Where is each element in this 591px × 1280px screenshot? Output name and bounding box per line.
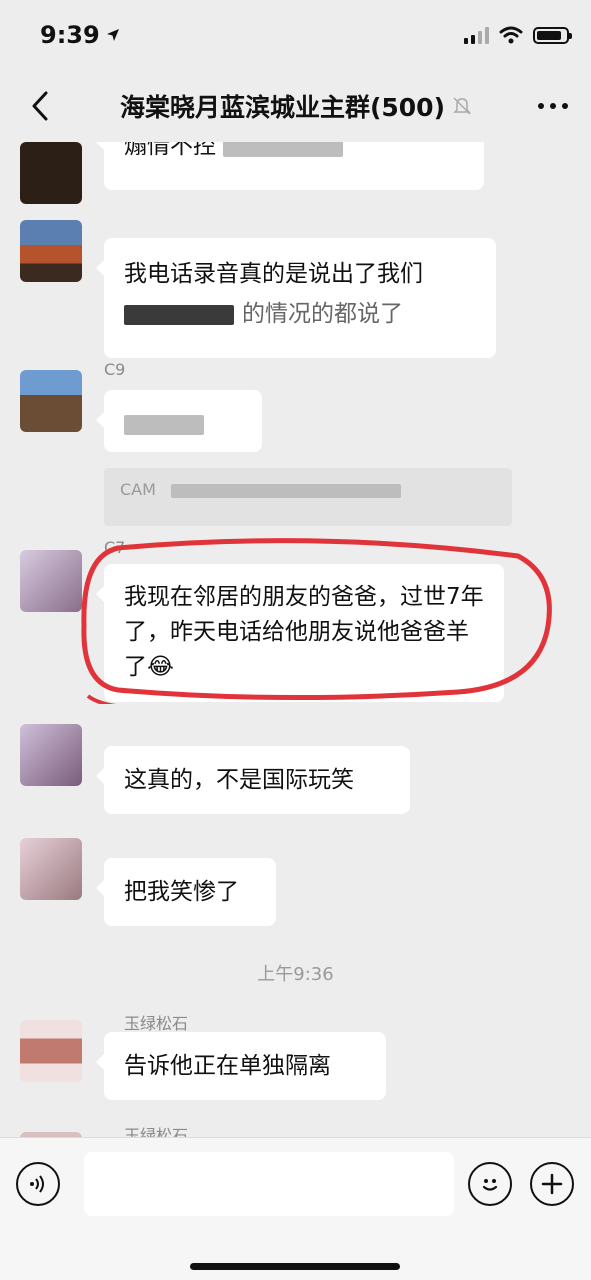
- status-time: 9:39: [40, 21, 120, 49]
- quoted-message[interactable]: CAM: [104, 468, 512, 526]
- more-dot: [562, 103, 568, 109]
- more-dot: [538, 103, 544, 109]
- message-text: 把我笑惨了: [124, 879, 239, 905]
- message-bubble[interactable]: 这真的，不是国际玩笑: [96, 746, 410, 814]
- message-text-input[interactable]: [84, 1152, 454, 1216]
- voice-icon: [30, 1175, 44, 1193]
- more-options-button[interactable]: [533, 86, 573, 126]
- message-bubble[interactable]: 我现在邻居的朋友的爸爸，过世7年了，昨天电话给他朋友说他爸爸羊了😂: [96, 564, 504, 702]
- avatar[interactable]: [20, 370, 82, 432]
- wifi-icon: [499, 26, 523, 44]
- message-bubble[interactable]: 把我笑惨了: [96, 858, 276, 926]
- battery-icon: [533, 26, 572, 44]
- message-text: 这真的，不是国际玩笑: [124, 767, 354, 793]
- message-input-bar: [0, 1137, 591, 1280]
- chat-title-wrap: 海棠晓月蓝滨城业主群(500): [60, 88, 533, 124]
- more-dot: [550, 103, 556, 109]
- quoted-text: CAM: [120, 480, 156, 499]
- message-bubble[interactable]: 我电话录音真的是说出了我们 的情况的都说了: [96, 238, 496, 358]
- message-text: 我电话录音真的是说出了我们: [124, 261, 423, 287]
- emoji-laugh-cry: 😂: [147, 654, 174, 680]
- avatar[interactable]: [20, 838, 82, 900]
- more-actions-button[interactable]: [530, 1162, 574, 1206]
- avatar[interactable]: [20, 550, 82, 612]
- message-bubble[interactable]: 告诉他正在单独隔离: [96, 1032, 386, 1100]
- message-text: 告诉他正在单独隔离: [124, 1053, 331, 1079]
- chat-message-list[interactable]: 煽情不控 我电话录音真的是说出了我们 的情况的都说了 C9 CAM C7 我现在…: [0, 142, 591, 1137]
- chat-title: 海棠晓月蓝滨城业主群(500): [119, 93, 446, 122]
- pixelated-text: [124, 304, 234, 325]
- avatar[interactable]: [20, 142, 82, 204]
- clock-text: 9:39: [40, 21, 100, 49]
- back-button[interactable]: [20, 86, 60, 126]
- message-bubble[interactable]: 煽情不控: [96, 142, 484, 190]
- avatar[interactable]: [20, 724, 82, 786]
- message-text: 煽情不控: [124, 142, 216, 159]
- sender-name: C9: [104, 360, 126, 379]
- location-arrow-icon: [106, 29, 119, 41]
- status-bar: 9:39: [0, 0, 591, 70]
- smiley-icon: [482, 1179, 498, 1191]
- chat-header: 海棠晓月蓝滨城业主群(500): [0, 70, 591, 142]
- home-indicator[interactable]: [190, 1263, 400, 1270]
- sender-name: 玉绿松石: [124, 1126, 189, 1137]
- sender-name: 玉绿松石: [124, 1014, 189, 1033]
- pixelated-text: [124, 414, 204, 435]
- avatar[interactable]: [20, 220, 82, 282]
- avatar[interactable]: [20, 1020, 82, 1082]
- cellular-signal-icon: [464, 26, 489, 44]
- sender-name: C7: [104, 538, 126, 557]
- pixelated-text: [171, 483, 402, 498]
- voice-input-button[interactable]: [16, 1162, 60, 1206]
- status-icons: [464, 26, 572, 44]
- message-text: 我现在邻居的朋友的爸爸，过世7年了，昨天电话给他朋友说他爸爸羊了: [124, 584, 484, 680]
- emoji-button[interactable]: [468, 1162, 512, 1206]
- message-text-2: 的情况的都说了: [242, 301, 403, 327]
- message-bubble[interactable]: [96, 390, 262, 452]
- plus-icon: [541, 1173, 563, 1195]
- pixelated-text: [223, 142, 344, 157]
- time-divider: 上午9:36: [257, 964, 334, 985]
- bell-muted-icon: [453, 97, 471, 115]
- chevron-left-icon: [32, 91, 48, 121]
